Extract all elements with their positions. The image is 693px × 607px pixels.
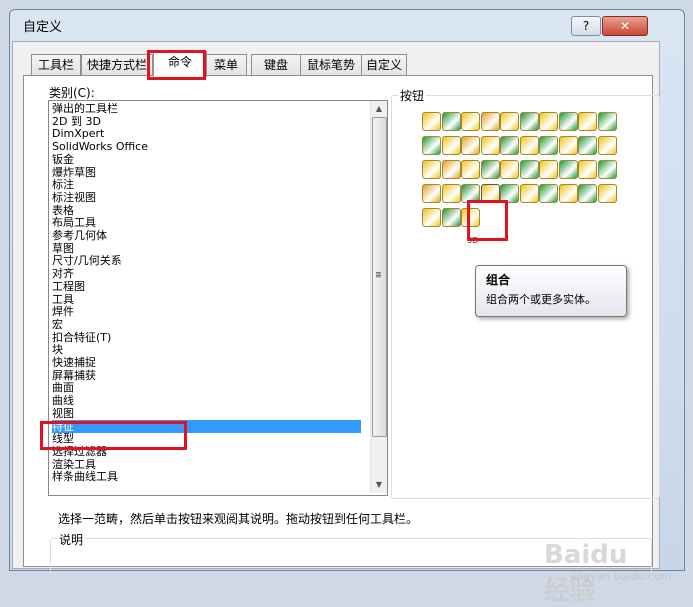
thicken-icon[interactable] <box>422 184 441 203</box>
hole-icon[interactable] <box>597 136 617 155</box>
tab-menus[interactable]: 菜单 <box>205 54 247 76</box>
category-item[interactable]: 标注视图 <box>52 191 361 204</box>
category-item[interactable]: SolidWorks Office <box>52 140 361 153</box>
category-item[interactable]: 工具 <box>52 293 361 306</box>
scroll-down-arrow-icon[interactable]: ▼ <box>371 477 387 493</box>
scale-icon[interactable] <box>578 136 597 155</box>
tooltip: 组合 组合两个或更多实体。 <box>475 265 627 317</box>
curve-pattern-icon[interactable] <box>480 160 500 179</box>
category-scrollbar[interactable]: ▲ ═ ═ ▼ <box>370 101 387 493</box>
category-item[interactable]: 渲染工具 <box>52 458 361 471</box>
category-item[interactable]: 对齐 <box>52 267 361 280</box>
wrap-icon[interactable] <box>539 136 558 155</box>
close-button[interactable]: ✕ <box>602 16 648 36</box>
library-icon[interactable] <box>597 160 617 179</box>
tab-keyboard[interactable]: 键盘 <box>251 54 301 76</box>
title-bar[interactable]: 自定义 ? ✕ <box>10 10 684 40</box>
category-item[interactable]: 工程图 <box>52 280 361 293</box>
tooltip-title: 组合 <box>486 273 511 287</box>
sketch-pattern-icon[interactable] <box>519 160 539 179</box>
category-item[interactable]: 曲面 <box>52 381 361 394</box>
dialog-client: 工具栏 快捷方式栏 命令 菜单 键盘 鼠标笔势 自定义 类别(C): 弹出的工具… <box>12 41 672 606</box>
watermark-url: jingyan.baidu.com <box>570 570 672 583</box>
lofted-cut-icon[interactable] <box>578 112 597 131</box>
tab-mouse-gestures[interactable]: 鼠标笔势 <box>300 54 362 76</box>
commands-pane: 类别(C): 弹出的工具栏 2D 到 3D DimXpert SolidWorks O… <box>23 75 672 606</box>
scroll-thumb[interactable]: ═ ═ <box>372 117 387 437</box>
freeform-icon[interactable] <box>422 208 441 227</box>
highlight-combine-button <box>467 200 508 241</box>
linear-pattern-icon[interactable] <box>422 160 441 179</box>
shell-icon[interactable] <box>519 136 539 155</box>
move-body-icon[interactable] <box>558 160 578 179</box>
tab-shortcut-bar[interactable]: 快捷方式栏 <box>81 54 153 76</box>
revolved-cut-icon[interactable] <box>539 112 558 131</box>
extrude-icon[interactable] <box>422 112 441 131</box>
highlight-commands-tab <box>147 50 206 80</box>
grip-icon: ═ ═ <box>376 269 381 281</box>
boundary-cut-icon[interactable] <box>597 112 617 131</box>
fillet-icon[interactable] <box>422 136 441 155</box>
category-item[interactable]: 标注 <box>52 178 361 191</box>
buttons-label: 按钮 <box>398 87 427 104</box>
category-item[interactable]: 表格 <box>52 204 361 217</box>
category-item[interactable]: 扣合特征(T) <box>52 331 361 344</box>
instruction-text: 选择一范畴，然后单击按钮来观阅其说明。拖动按钮到任何工具栏。 <box>58 512 419 526</box>
category-item[interactable]: 视图 <box>52 407 361 420</box>
category-item[interactable]: 尺寸/几何关系 <box>52 254 361 267</box>
highlight-features-item <box>40 421 187 450</box>
category-item[interactable]: 快速捕捉 <box>52 356 361 369</box>
sweep-icon[interactable] <box>461 112 480 131</box>
scroll-up-arrow-icon[interactable]: ▲ <box>371 101 387 117</box>
category-item[interactable]: 爆炸草图 <box>52 166 361 179</box>
category-item[interactable]: 样条曲线工具 <box>52 470 361 483</box>
category-item[interactable]: 曲线 <box>52 394 361 407</box>
circular-pattern-icon[interactable] <box>441 160 461 179</box>
extruded-cut-icon[interactable] <box>519 112 539 131</box>
replace-face-icon[interactable] <box>597 184 617 203</box>
category-item[interactable]: 屏幕捕获 <box>52 369 361 382</box>
window-title: 自定义 <box>23 20 63 35</box>
variable-fillet-icon[interactable] <box>441 136 461 155</box>
swept-cut-icon[interactable] <box>558 112 578 131</box>
category-item[interactable]: DimXpert <box>52 127 361 140</box>
category-item[interactable]: 焊件 <box>52 305 361 318</box>
delete-body-icon[interactable] <box>519 184 539 203</box>
category-item[interactable]: 块 <box>52 343 361 356</box>
category-item[interactable]: 参考几何体 <box>52 229 361 242</box>
category-item[interactable]: 钣金 <box>52 153 361 166</box>
split-icon[interactable] <box>578 160 597 179</box>
sketch-driven-icon[interactable] <box>441 208 461 227</box>
chamfer-icon[interactable] <box>461 136 480 155</box>
revolve-icon[interactable] <box>441 112 461 131</box>
loft-icon[interactable] <box>480 112 500 131</box>
category-item[interactable]: 宏 <box>52 318 361 331</box>
dome-icon[interactable] <box>558 136 578 155</box>
table-pattern-icon[interactable] <box>500 160 519 179</box>
mirror-icon[interactable] <box>461 160 480 179</box>
tooltip-description: 组合两个或更多实体。 <box>486 293 596 306</box>
copy-face-icon[interactable] <box>578 184 597 203</box>
rib-icon[interactable] <box>500 136 519 155</box>
category-item[interactable]: 布局工具 <box>52 216 361 229</box>
category-item[interactable]: 弹出的工具栏 <box>52 102 361 115</box>
boundary-icon[interactable] <box>500 112 519 131</box>
tab-customization[interactable]: 自定义 <box>361 54 407 76</box>
fill-pattern-icon[interactable] <box>539 160 558 179</box>
flex-icon[interactable] <box>441 184 461 203</box>
description-label: 说明 <box>57 531 86 548</box>
indent-icon[interactable] <box>539 184 558 203</box>
tab-toolbars[interactable]: 工具栏 <box>31 54 81 76</box>
draft-icon[interactable] <box>480 136 500 155</box>
category-item[interactable]: 草图 <box>52 242 361 255</box>
category-label: 类别(C): <box>49 86 95 100</box>
move-face-icon[interactable] <box>558 184 578 203</box>
help-button[interactable]: ? <box>571 16 601 36</box>
category-item[interactable]: 2D 到 3D <box>52 115 361 128</box>
